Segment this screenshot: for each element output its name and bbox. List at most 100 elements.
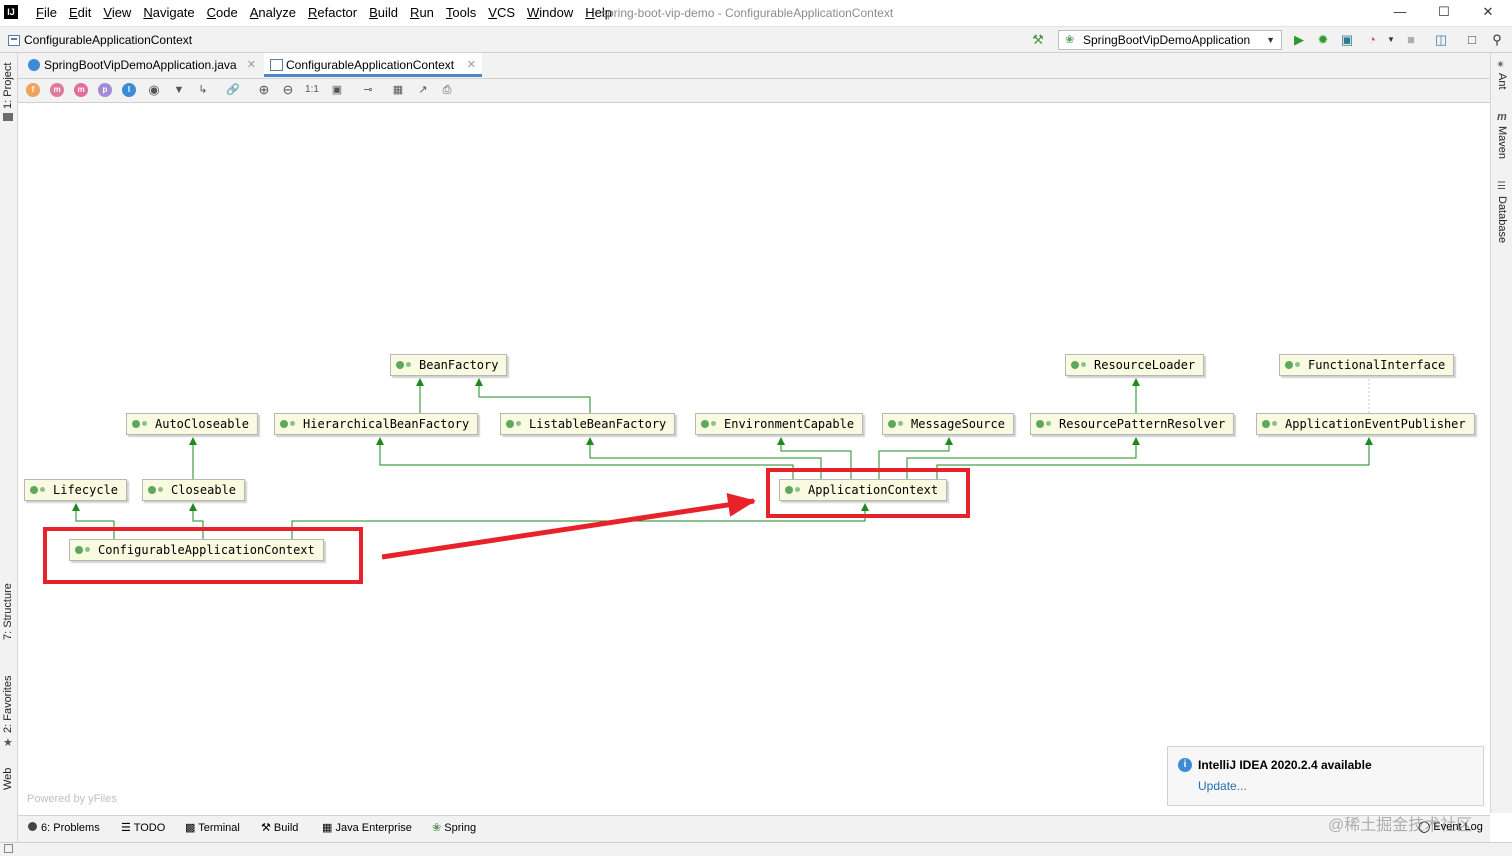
ant-tool-button[interactable]: Ant (1496, 73, 1508, 90)
public-icon (1295, 362, 1300, 367)
menu-run[interactable]: Run (404, 5, 440, 21)
node-environmentcapable[interactable]: EnvironmentCapable (695, 413, 864, 435)
left-tool-strip: 1: Project 7: Structure 2: Favorites ★ W… (0, 53, 18, 843)
filter-icon[interactable]: ▼ (172, 83, 186, 97)
interface-icon (701, 420, 709, 428)
menu-navigate[interactable]: Navigate (137, 5, 200, 21)
event-log-tool-button[interactable]: ◯ Event Log (1418, 820, 1483, 833)
public-icon (40, 487, 45, 492)
uml-diagram-canvas[interactable]: BeanFactory ResourceLoader FunctionalInt… (18, 103, 1490, 815)
show-fields-icon[interactable]: f (26, 83, 40, 97)
save-icon[interactable]: ▦ (391, 83, 405, 97)
java-enterprise-tool-button[interactable]: ▦ Java Enterprise (322, 821, 412, 835)
tab-springbootvipdemoapplication[interactable]: SpringBootVipDemoApplication.java ✕ (22, 53, 262, 77)
debug-icon[interactable]: ✹ (1315, 32, 1331, 48)
favorites-tool-button[interactable]: 2: Favorites (2, 676, 14, 733)
link-icon[interactable]: 🔗 (226, 83, 240, 97)
node-messagesource[interactable]: MessageSource (882, 413, 1014, 435)
node-resourcepatternresolver[interactable]: ResourcePatternResolver (1030, 413, 1235, 435)
eye-icon[interactable]: ◉ (147, 83, 161, 97)
node-hierarchicalbeanfactory[interactable]: HierarchicalBeanFactory (274, 413, 479, 435)
public-icon (1081, 362, 1086, 367)
todo-tool-button[interactable]: ☰ TODO (121, 821, 165, 835)
run-configuration-select[interactable]: ❀ SpringBootVipDemoApplication ▼ (1058, 30, 1282, 50)
structure-tool-button[interactable]: 7: Structure (2, 583, 14, 640)
web-tool-button[interactable]: Web (2, 768, 14, 790)
node-closeable[interactable]: Closeable (142, 479, 246, 501)
menu-file[interactable]: File (30, 5, 63, 21)
node-functionalinterface[interactable]: FunctionalInterface (1279, 354, 1455, 376)
public-icon (85, 547, 90, 552)
node-applicationeventpublisher[interactable]: ApplicationEventPublisher (1256, 413, 1475, 435)
node-resourceloader[interactable]: ResourceLoader (1065, 354, 1205, 376)
show-inner-classes-icon[interactable]: I (122, 83, 136, 97)
coverage-icon[interactable]: ▣ (1339, 32, 1355, 48)
zoom-out-icon[interactable]: ⊖ (281, 83, 295, 97)
spring-tool-button[interactable]: ❀ Spring (432, 821, 476, 835)
node-label: BeanFactory (419, 358, 499, 372)
export-icon[interactable]: ↗ (416, 83, 430, 97)
maven-tool-button[interactable]: Maven (1496, 126, 1508, 159)
stop-icon[interactable]: ■ (1403, 32, 1419, 48)
menu-code[interactable]: Code (201, 5, 244, 21)
terminal-tool-button[interactable]: ▩ Terminal (185, 821, 240, 835)
public-icon (406, 362, 411, 367)
print-icon[interactable]: ⎙ (440, 83, 454, 97)
build-tool-button[interactable]: ⚒ Build (261, 821, 298, 835)
breadcrumb[interactable]: ConfigurableApplicationContext (8, 32, 192, 48)
node-lifecycle[interactable]: Lifecycle (24, 479, 128, 501)
menu-analyze[interactable]: Analyze (244, 5, 302, 21)
tab-configurableapplicationcontext[interactable]: ConfigurableApplicationContext ✕ (264, 53, 482, 77)
close-tab-icon[interactable]: ✕ (467, 53, 476, 77)
menu-build[interactable]: Build (363, 5, 404, 21)
public-icon (516, 421, 521, 426)
spring-boot-icon: ❀ (1065, 34, 1075, 46)
profile-dropdown-icon[interactable]: ▼ (1383, 32, 1399, 48)
menu-vcs[interactable]: VCS (482, 5, 521, 21)
layout-icon[interactable]: ⊸ (361, 83, 375, 97)
actual-size-icon[interactable]: 1:1 (305, 83, 319, 97)
ant-icon: ✴ (1496, 59, 1506, 71)
node-applicationcontext[interactable]: ApplicationContext (779, 479, 948, 501)
maximize-icon[interactable]: ☐ (1432, 3, 1456, 21)
show-methods-icon[interactable]: m (74, 83, 88, 97)
intellij-logo-icon[interactable]: IJ (4, 5, 18, 19)
show-constructors-icon[interactable]: m (50, 83, 64, 97)
node-autocloseable[interactable]: AutoCloseable (126, 413, 258, 435)
edge-configurable-to-lifecycle (72, 503, 115, 539)
edge-routing-icon[interactable]: ↳ (196, 83, 210, 97)
main-menu: File Edit View Navigate Code Analyze Ref… (30, 5, 618, 21)
menu-view[interactable]: View (97, 5, 137, 21)
run-icon[interactable]: ▶ (1291, 32, 1307, 48)
search-icon[interactable]: ⚲ (1489, 32, 1505, 48)
edge-configurable-to-closeable (189, 503, 204, 539)
tool-windows-toggle-icon[interactable] (4, 844, 13, 853)
problems-tool-button[interactable]: 6: Problems (28, 821, 100, 835)
minimize-icon[interactable]: — (1388, 3, 1412, 21)
fit-content-icon[interactable]: ▣ (330, 83, 344, 97)
zoom-in-icon[interactable]: ⊕ (257, 83, 271, 97)
close-tab-icon[interactable]: ✕ (247, 53, 256, 77)
menu-tools[interactable]: Tools (440, 5, 482, 21)
menu-window[interactable]: Window (521, 5, 579, 21)
public-icon (898, 421, 903, 426)
menu-bar: IJ File Edit View Navigate Code Analyze … (0, 0, 1512, 27)
star-icon: ★ (3, 737, 13, 749)
public-icon (142, 421, 147, 426)
update-link[interactable]: Update... (1198, 779, 1247, 793)
node-configurableapplicationcontext[interactable]: ConfigurableApplicationContext (69, 539, 324, 561)
node-beanfactory[interactable]: BeanFactory (390, 354, 508, 376)
node-listablebeanfactory[interactable]: ListableBeanFactory (500, 413, 676, 435)
close-window-icon[interactable]: ✕ (1476, 3, 1500, 21)
presentation-icon[interactable]: □ (1464, 32, 1480, 48)
maven-icon: m (1497, 111, 1507, 123)
database-tool-button[interactable]: Database (1496, 196, 1508, 243)
menu-refactor[interactable]: Refactor (302, 5, 363, 21)
interface-icon (1036, 420, 1044, 428)
menu-edit[interactable]: Edit (63, 5, 97, 21)
project-structure-icon[interactable]: ◫ (1433, 32, 1449, 48)
project-tool-button[interactable]: 1: Project (2, 63, 14, 109)
profile-icon[interactable]: ◔ (1364, 32, 1380, 48)
build-hammer-icon[interactable]: ⚒ (1030, 32, 1046, 48)
show-properties-icon[interactable]: p (98, 83, 112, 97)
